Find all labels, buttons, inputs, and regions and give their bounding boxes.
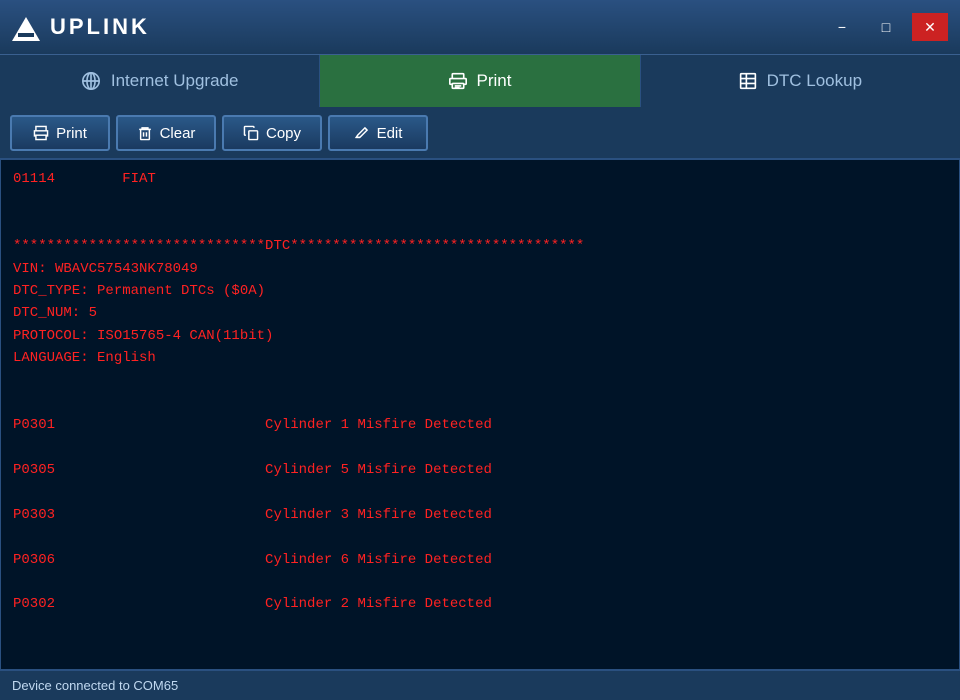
title-bar-left: UPLINK: [12, 13, 150, 41]
status-bar: Device connected to COM65: [0, 670, 960, 700]
print-tab-icon: [449, 72, 467, 90]
status-text: Device connected to COM65: [12, 678, 178, 693]
tab-dtc-lookup[interactable]: DTC Lookup: [641, 55, 960, 107]
close-button[interactable]: ✕: [912, 13, 948, 41]
tab-print[interactable]: Print: [320, 55, 640, 107]
tab-print-label: Print: [477, 71, 512, 91]
minimize-button[interactable]: −: [824, 13, 860, 41]
copy-icon: [243, 125, 259, 141]
print-label: Print: [56, 125, 87, 142]
dtc-lookup-icon: [739, 72, 757, 90]
edit-icon: [354, 125, 370, 141]
globe-icon: [81, 71, 101, 91]
dtc-text-output[interactable]: 01114 FIAT *****************************…: [1, 160, 959, 669]
title-bar: UPLINK − □ ✕: [0, 0, 960, 55]
print-icon: [33, 125, 49, 141]
clear-icon: [137, 125, 153, 141]
app-title: UPLINK: [50, 14, 150, 40]
copy-button[interactable]: Copy: [222, 115, 322, 151]
toolbar: Print Clear Copy Edit: [0, 107, 960, 159]
clear-button[interactable]: Clear: [116, 115, 216, 151]
content-area: 01114 FIAT *****************************…: [0, 159, 960, 670]
tab-dtc-lookup-label: DTC Lookup: [767, 71, 862, 91]
text-display-wrapper: 01114 FIAT *****************************…: [0, 159, 960, 670]
uplink-logo-icon: [12, 13, 40, 41]
tab-bar: Internet Upgrade Print DTC Lookup: [0, 55, 960, 107]
restore-button[interactable]: □: [868, 13, 904, 41]
print-button[interactable]: Print: [10, 115, 110, 151]
edit-label: Edit: [377, 125, 403, 142]
clear-label: Clear: [160, 125, 196, 142]
copy-label: Copy: [266, 125, 301, 142]
edit-button[interactable]: Edit: [328, 115, 428, 151]
tab-internet-upgrade-label: Internet Upgrade: [111, 71, 239, 91]
window-controls: − □ ✕: [824, 13, 948, 41]
tab-internet-upgrade[interactable]: Internet Upgrade: [0, 55, 320, 107]
